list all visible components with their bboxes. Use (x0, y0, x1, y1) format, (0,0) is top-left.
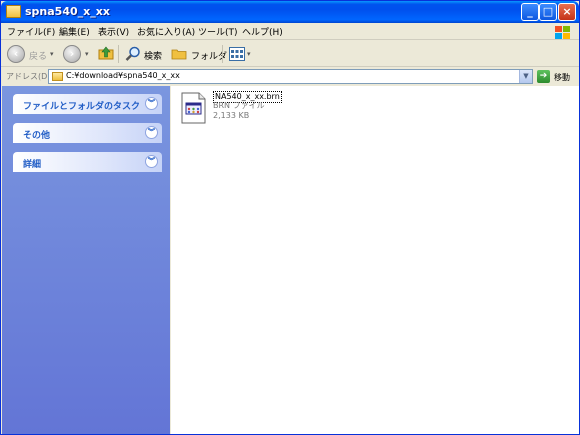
menu-favorites[interactable]: お気に入り(A) (137, 25, 195, 38)
close-icon: × (562, 5, 572, 18)
menu-tools[interactable]: ツール(T) (198, 25, 238, 38)
forward-dropdown-icon[interactable]: ▾ (85, 50, 89, 58)
file-size: 2,133 KB (213, 111, 250, 120)
file-type: BRN ファイル (213, 101, 265, 110)
brn-file-icon[interactable] (178, 91, 208, 125)
go-button-label[interactable]: 移動 (554, 72, 570, 83)
menu-bar: ファイル(F) 編集(E) 表示(V) お気に入り(A) ツール(T) ヘルプ(… (1, 23, 579, 40)
task-pane: ファイルとフォルダのタスク ︾ その他 ︾ 詳細 ︾ (2, 86, 170, 434)
chevron-down-icon[interactable]: ︾ (145, 126, 158, 139)
task-panel-details[interactable]: 詳細 ︾ (13, 152, 162, 172)
task-panel-label[interactable]: ファイルとフォルダのタスク (23, 99, 140, 112)
views-icon[interactable] (229, 47, 245, 61)
menu-help[interactable]: ヘルプ(H) (242, 25, 283, 38)
toolbar: ‹ 戻る ▾ › ▾ 検索 フォルダ ▾ (1, 41, 579, 67)
folders-icon[interactable] (171, 48, 187, 60)
minimize-icon: _ (527, 5, 533, 18)
window-folder-icon (6, 5, 21, 18)
back-label: 戻る (29, 52, 48, 62)
task-panel-other[interactable]: その他 ︾ (13, 123, 162, 143)
go-arrow-icon[interactable]: ➔ (537, 70, 550, 83)
back-button[interactable]: ‹ (7, 45, 25, 63)
search-label[interactable]: 検索 (144, 49, 162, 62)
menu-file[interactable]: ファイル(F) (7, 25, 55, 38)
chevron-down-icon[interactable]: ︾ (145, 97, 158, 110)
address-input[interactable]: C:¥download¥spna540_x_xx ▼ (48, 69, 533, 84)
search-icon[interactable] (125, 46, 141, 62)
windows-logo-icon (552, 23, 572, 40)
close-button[interactable]: × (558, 3, 576, 21)
chevron-down-icon[interactable]: ▼ (519, 70, 532, 83)
toolbar-separator (222, 45, 223, 63)
back-dropdown-icon[interactable]: ▾ (50, 50, 54, 58)
address-value[interactable]: C:¥download¥spna540_x_xx (66, 71, 180, 80)
task-panel-file-folder[interactable]: ファイルとフォルダのタスク ︾ (13, 94, 162, 114)
forward-button[interactable]: › (63, 45, 81, 63)
forward-icon: › (69, 47, 75, 60)
menu-edit[interactable]: 編集(E) (59, 25, 90, 38)
maximize-button[interactable]: □ (539, 3, 557, 21)
chevron-down-icon[interactable]: ︾ (145, 155, 158, 168)
minimize-button[interactable]: _ (521, 3, 539, 21)
window-title: spna540_x_xx (25, 5, 110, 18)
menu-view[interactable]: 表示(V) (98, 25, 129, 38)
explorer-window: spna540_x_xx _ □ × ファイル(F) 編集(E) 表示(V) お… (0, 0, 580, 435)
task-panel-label[interactable]: その他 (23, 128, 50, 141)
address-label: アドレス(D) (6, 72, 51, 81)
title-bar[interactable]: spna540_x_xx _ □ × (1, 1, 579, 23)
file-view[interactable]: NA540_x_xx.brn BRN ファイル 2,133 KB (171, 86, 579, 434)
maximize-icon: □ (542, 5, 554, 18)
up-folder-icon[interactable] (98, 46, 114, 60)
views-dropdown-icon[interactable]: ▾ (247, 50, 251, 58)
address-folder-icon (52, 72, 63, 81)
task-panel-label[interactable]: 詳細 (23, 157, 41, 170)
address-bar: アドレス(D) C:¥download¥spna540_x_xx ▼ ➔ 移動 (1, 68, 579, 85)
toolbar-separator (118, 45, 119, 63)
back-icon: ‹ (13, 47, 19, 60)
